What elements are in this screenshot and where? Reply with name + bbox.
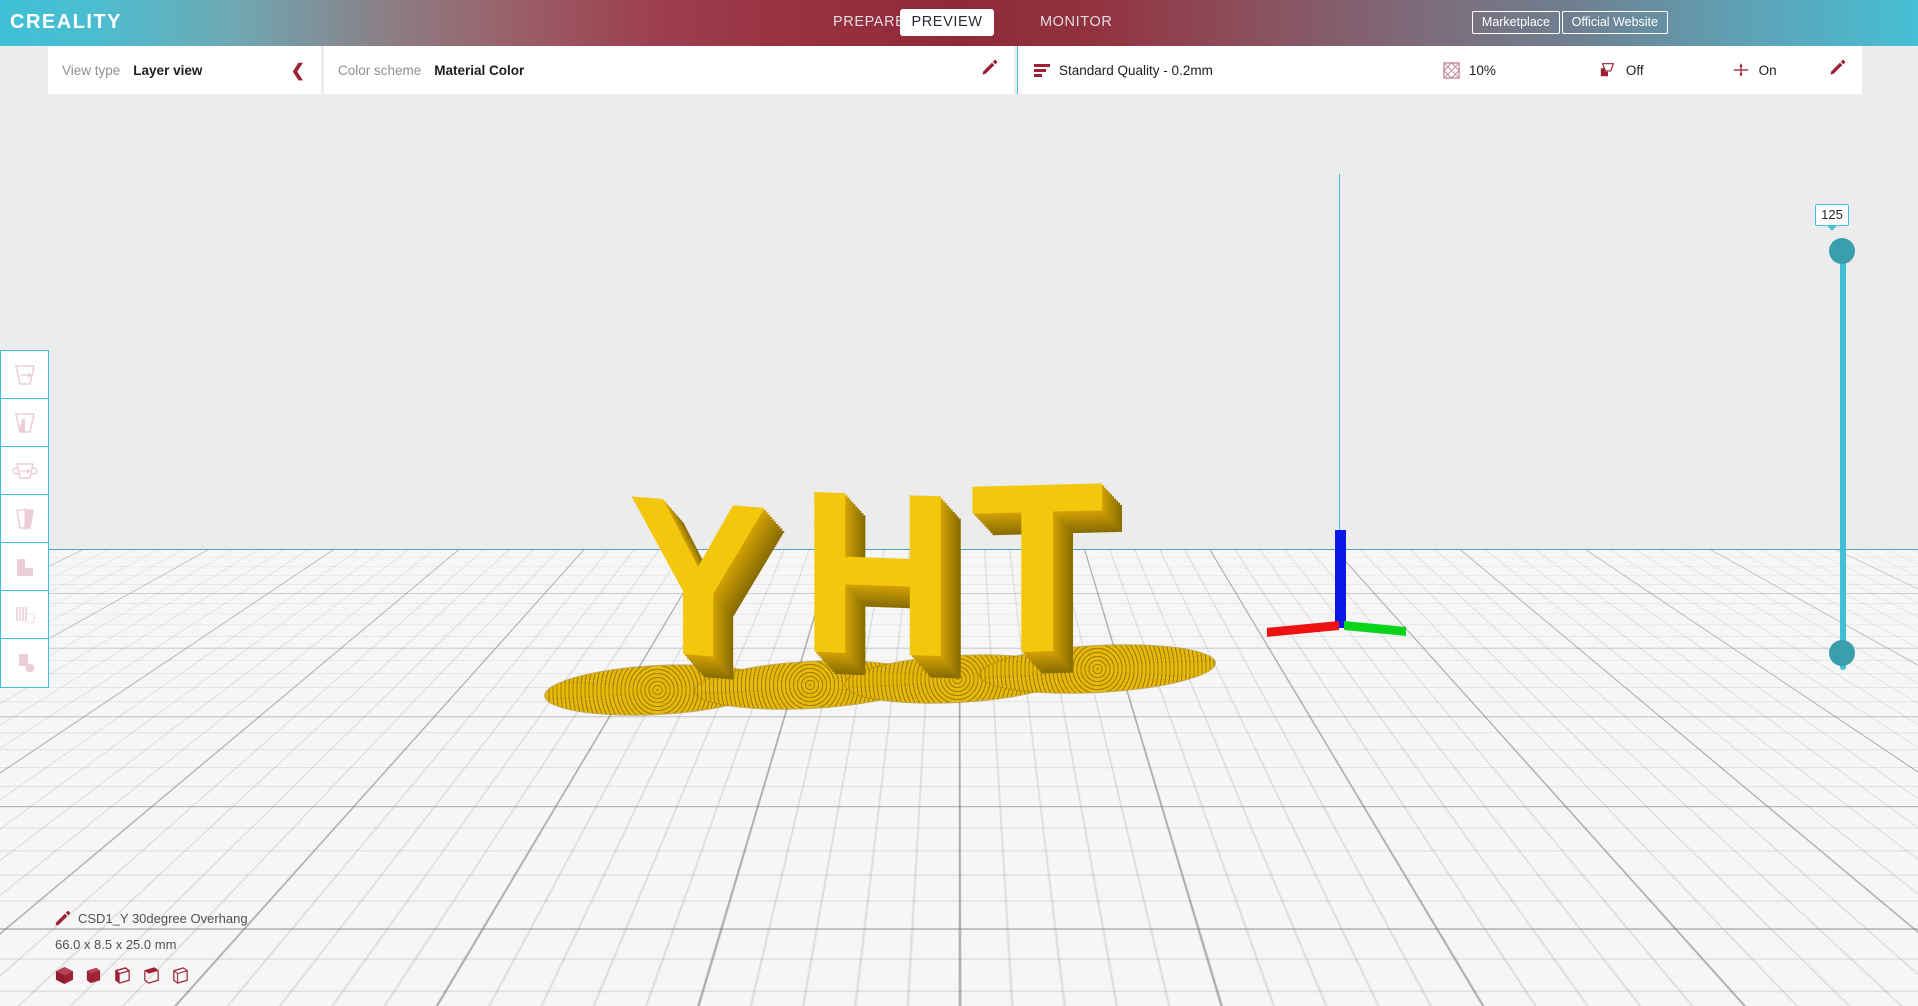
filament-icon (1448, 907, 1466, 925)
sidebar-item-support-blocker[interactable] (1, 591, 48, 639)
view-type-label: View type (62, 63, 120, 78)
object-dimensions: 66.0 x 8.5 x 25.0 mm (55, 937, 385, 952)
move-icon (12, 363, 38, 387)
z-axis-icon (1335, 530, 1346, 628)
print-settings-panel: Standard Quality - 0.2mm 10% Off (1017, 46, 1862, 94)
adhesion-setting[interactable]: On (1732, 61, 1777, 79)
chevron-down-icon[interactable]: ▼ (1867, 948, 1897, 978)
cube-shaded-icon[interactable] (84, 966, 103, 985)
tool-sidebar (0, 350, 49, 688)
toolbar-divider (1017, 46, 1018, 94)
sidebar-item-per-model-settings[interactable] (1, 543, 48, 591)
pencil-icon[interactable] (55, 911, 70, 926)
save-to-removable-drive-button[interactable]: Save to Removable Drive (1448, 948, 1867, 978)
view-type-panel[interactable]: View type Layer view ❮ (48, 46, 321, 94)
layer-slider-bottom-handle[interactable] (1829, 640, 1855, 666)
settings-toolbar: View type Layer view ❮ Color scheme Mate… (0, 46, 1918, 94)
support-setting[interactable]: Off (1599, 61, 1644, 79)
info-badge[interactable]: i (1880, 880, 1899, 899)
object-list-item[interactable]: CSD1_Y 30degree Overhang (55, 911, 385, 926)
view-type-value: Layer view (133, 63, 202, 78)
print-info-card: i 40 minutes 4g · 1.26m Save to Rem (1431, 865, 1914, 993)
sidebar-item-scale-tool[interactable] (1, 399, 48, 447)
object-list-header[interactable]: ▲ Object list (55, 885, 385, 900)
rotate-icon (12, 459, 38, 483)
sliced-model[interactable]: Y H T (640, 374, 1280, 714)
support-icon (1599, 61, 1617, 79)
tab-monitor[interactable]: MONITOR (1018, 9, 1134, 36)
print-time-value: 40 minutes (1476, 881, 1549, 897)
creality-print-window: CREALITY PREPARE PREVIEW MONITOR Marketp… (0, 0, 1918, 1006)
cube-outline-icon[interactable] (171, 966, 190, 985)
quality-value: Standard Quality - 0.2mm (1059, 63, 1213, 78)
layer-slider-track[interactable] (1840, 250, 1846, 670)
object-list-panel: ▲ Object list CSD1_Y 30degree Overhang 6… (55, 885, 385, 985)
save-button-group: Save to Removable Drive ▼ (1448, 948, 1897, 978)
adhesion-value: On (1759, 63, 1777, 78)
color-scheme-panel[interactable]: Color scheme Material Color (324, 46, 1014, 94)
layer-slider[interactable]: 125 (1822, 240, 1862, 680)
object-list-title: Object list (76, 885, 133, 900)
cube-half-icon[interactable] (113, 966, 132, 985)
clock-icon (1448, 880, 1466, 898)
quality-setting[interactable]: Standard Quality - 0.2mm (1034, 63, 1213, 78)
material-row: 4g · 1.26m (1448, 907, 1897, 925)
infill-icon (1443, 62, 1460, 79)
infill-setting[interactable]: 10% (1443, 62, 1496, 79)
cube-solid-icon[interactable] (55, 966, 74, 985)
adhesion-icon (1732, 61, 1750, 79)
chevron-up-icon[interactable]: ▲ (55, 886, 68, 899)
stair-icon (12, 555, 38, 579)
layer-height-icon (1034, 64, 1050, 77)
z-guide-line (1339, 174, 1340, 534)
object-name: CSD1_Y 30degree Overhang (78, 911, 248, 926)
model-letter-t: T (970, 445, 1104, 691)
model-letter-h: H (800, 455, 955, 693)
view-mode-icons (55, 966, 385, 985)
origin-axes (1299, 530, 1479, 660)
material-value: 4g · 1.26m (1476, 909, 1538, 924)
seam-icon (12, 651, 38, 675)
sidebar-item-move-tool[interactable] (1, 351, 48, 399)
print-time-row: 40 minutes (1448, 880, 1897, 898)
support-value: Off (1626, 63, 1644, 78)
sidebar-item-seam-tool[interactable] (1, 639, 48, 687)
sidebar-item-mirror-tool[interactable] (1, 495, 48, 543)
tab-preview[interactable]: PREVIEW (900, 9, 994, 36)
official-website-button[interactable]: Official Website (1562, 11, 1668, 34)
sidebar-item-rotate-tool[interactable] (1, 447, 48, 495)
color-scheme-value: Material Color (434, 63, 524, 78)
mirror-icon (12, 507, 38, 531)
infill-value: 10% (1469, 63, 1496, 78)
color-scheme-label: Color scheme (338, 63, 421, 78)
layer-slider-value: 125 (1815, 204, 1849, 226)
cube-light-icon[interactable] (142, 966, 161, 985)
app-header: CREALITY PREPARE PREVIEW MONITOR Marketp… (0, 0, 1918, 46)
marketplace-button[interactable]: Marketplace (1472, 11, 1560, 34)
color-scheme-pencil-icon[interactable] (982, 60, 997, 80)
save-progress-underline (1448, 977, 1867, 979)
chevron-left-icon[interactable]: ❮ (291, 62, 305, 79)
model-letter-y: Y (628, 462, 768, 697)
print-settings-pencil-icon[interactable] (1830, 60, 1845, 80)
scale-icon (12, 411, 38, 435)
layer-slider-top-handle[interactable]: 125 (1829, 238, 1855, 264)
y-axis-icon (1344, 621, 1406, 636)
support-blocker-icon (12, 603, 38, 627)
